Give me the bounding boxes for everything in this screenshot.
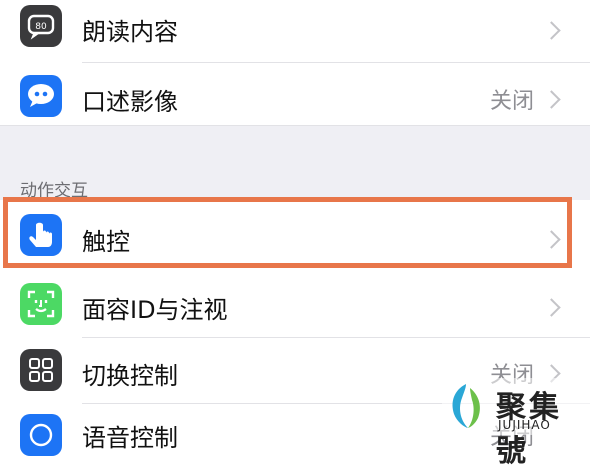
chevron-right-icon [542, 298, 561, 317]
row-label: 语音控制 [82, 424, 178, 452]
voice-control-icon [20, 414, 62, 456]
row-audio-descriptions[interactable]: 口述影像 关闭 [0, 63, 590, 130]
chevron-right-icon [542, 90, 561, 109]
quote-bubble-icon [20, 75, 62, 117]
row-label: 切换控制 [82, 362, 178, 390]
grid-icon [20, 349, 62, 391]
highlight-box [3, 197, 572, 268]
divider [0, 125, 590, 126]
face-id-icon [20, 283, 62, 325]
row-speak-content[interactable]: 80 朗读内容 [0, 0, 590, 63]
section-spacer [0, 125, 590, 200]
watermark-logo [452, 384, 480, 428]
row-label: 口述影像 [82, 88, 178, 116]
svg-text:80: 80 [35, 22, 47, 32]
watermark-subtitle: JUJIHAO [498, 418, 551, 432]
row-label: 面容ID与注视 [82, 296, 228, 324]
speech-bubble-icon: 80 [20, 5, 62, 47]
row-label: 朗读内容 [82, 18, 178, 46]
chevron-right-icon [542, 21, 561, 40]
row-face-id-attention[interactable]: 面容ID与注视 [0, 270, 590, 337]
row-value: 关闭 [489, 89, 534, 114]
